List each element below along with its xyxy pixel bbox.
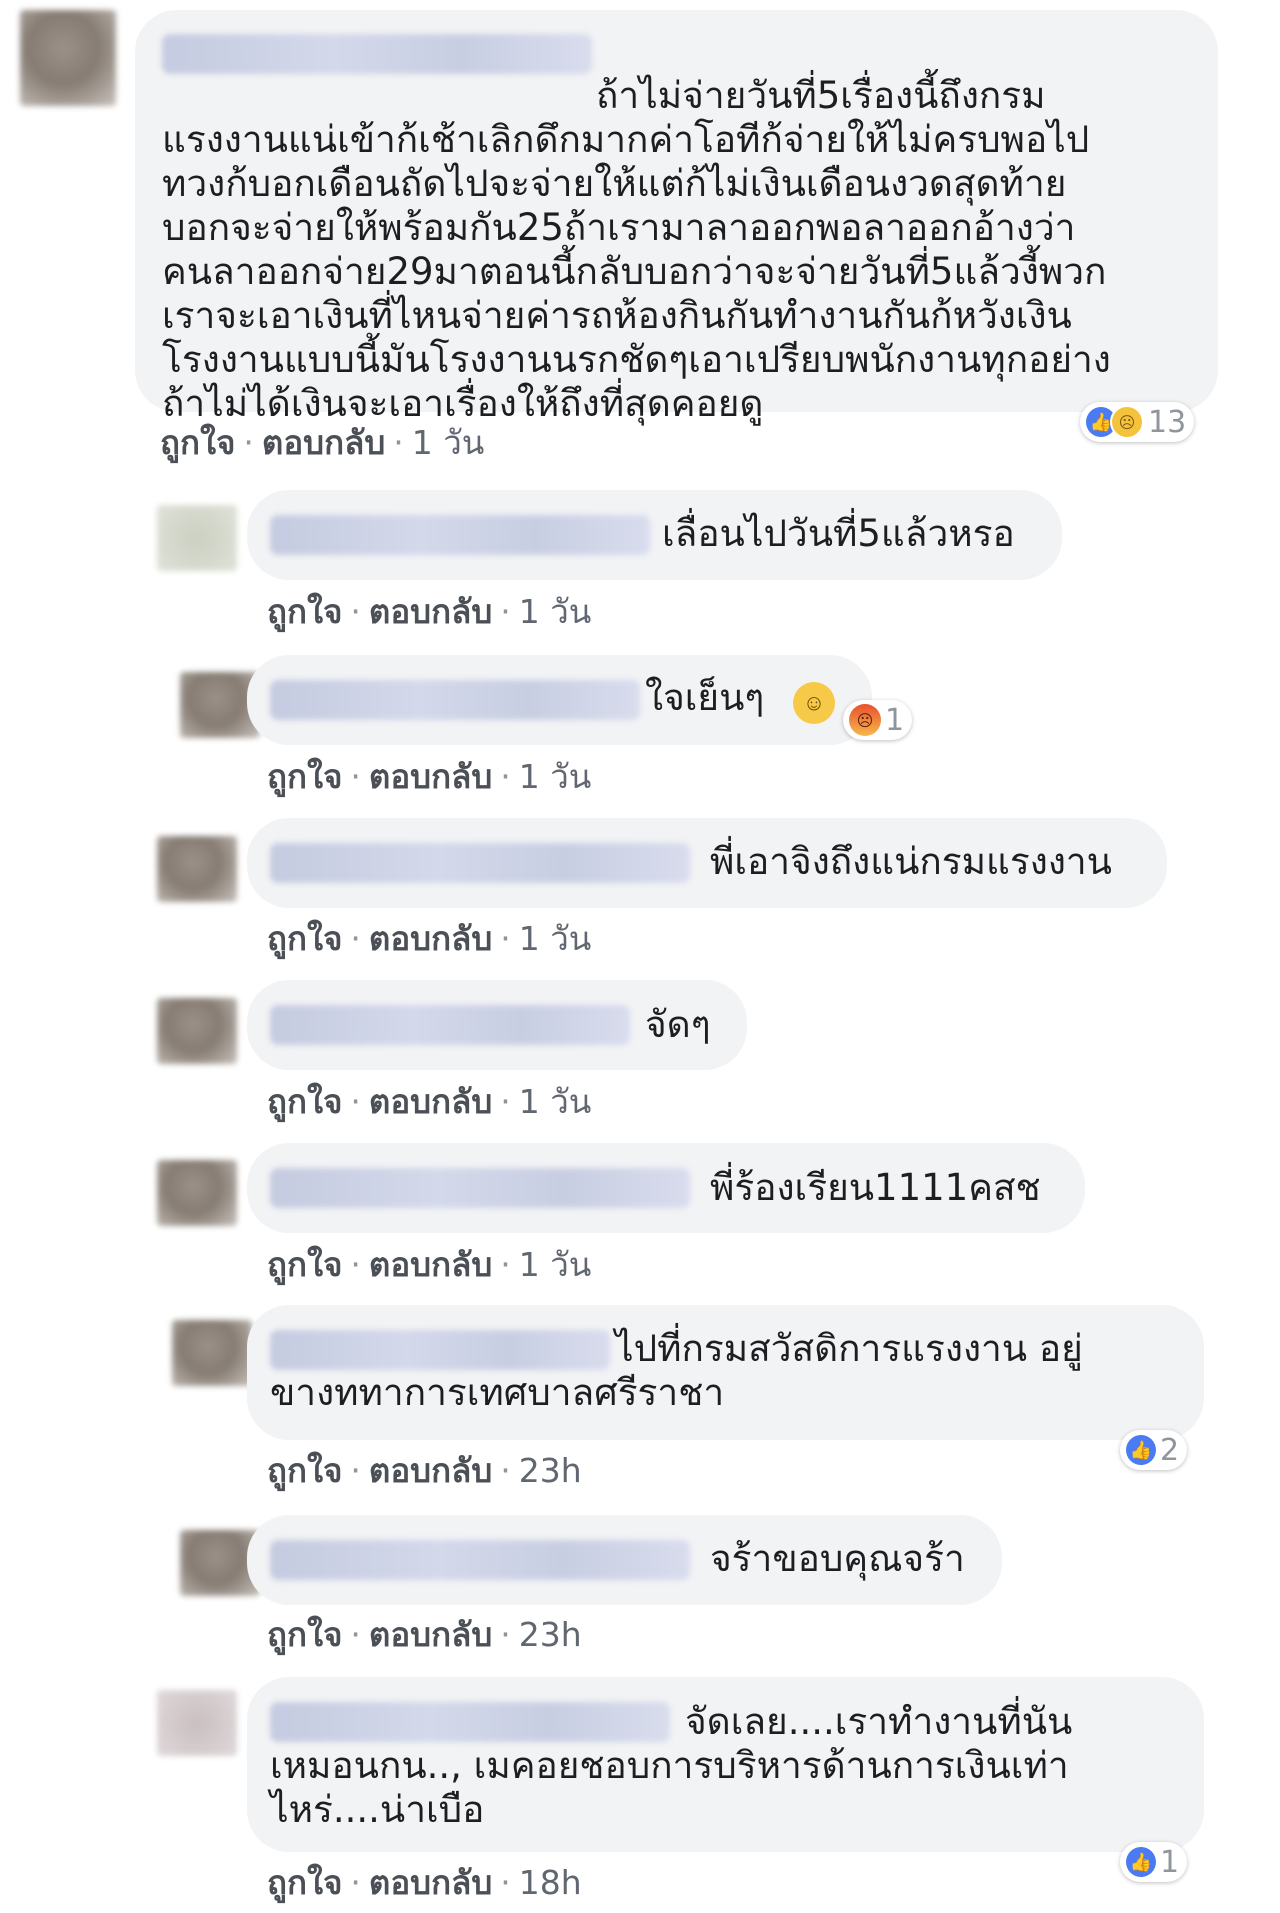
commenter-avatar[interactable] [172, 1320, 252, 1386]
comment-actions: ถูกใจ · ตอบกลับ · 18h [267, 1863, 582, 1902]
comment-actions: ถูกใจ · ตอบกลับ · 1 วัน [267, 1082, 592, 1121]
like-link[interactable]: ถูกใจ [267, 1245, 342, 1284]
comment-timestamp[interactable]: 18h [519, 1863, 582, 1902]
commenter-name-redacted[interactable] [270, 1168, 690, 1208]
comment-text: เลื่อนไปวันที่5แล้วหรอ [662, 512, 1015, 555]
comment-text: จัดๆ [645, 1003, 711, 1046]
reaction-summary[interactable]: 👍 ☹ 13 [1080, 402, 1195, 442]
commenter-name-redacted[interactable] [270, 1540, 690, 1580]
comment-actions: ถูกใจ · ตอบกลับ · 23h [267, 1615, 582, 1654]
like-link[interactable]: ถูกใจ [267, 1451, 342, 1490]
reply-link[interactable]: ตอบกลับ [369, 757, 492, 796]
reply-link[interactable]: ตอบกลับ [369, 919, 492, 958]
reply-link[interactable]: ตอบกลับ [369, 1245, 492, 1284]
angry-reaction-icon: ☹ [849, 704, 881, 736]
comment-timestamp[interactable]: 23h [519, 1451, 582, 1490]
comment-text: พี่ร้องเรียน1111คสช [710, 1166, 1041, 1209]
comment-timestamp[interactable]: 1 วัน [519, 592, 592, 631]
reaction-count: 2 [1160, 1432, 1180, 1468]
commenter-name-redacted[interactable] [270, 1005, 630, 1045]
comment-actions: ถูกใจ · ตอบกลับ · 1 วัน [267, 757, 592, 796]
comment-timestamp[interactable]: 1 วัน [519, 1082, 592, 1121]
reply-link[interactable]: ตอบกลับ [369, 1863, 492, 1902]
reaction-count: 1 [1160, 1844, 1180, 1880]
commenter-avatar[interactable] [157, 1160, 237, 1226]
comment-actions: ถูกใจ · ตอบกลับ · 1 วัน [267, 592, 592, 631]
reaction-count: 13 [1148, 404, 1187, 440]
reply-link[interactable]: ตอบกลับ [369, 1082, 492, 1121]
comment-text: จร้าขอบคุณจร้า [710, 1537, 965, 1580]
laughing-emoji-icon: ☺ [793, 682, 835, 724]
reaction-count: 1 [885, 702, 905, 738]
comment-timestamp[interactable]: 1 วัน [519, 757, 592, 796]
commenter-avatar[interactable] [20, 10, 116, 106]
comment-text: ใจเย็นๆ [645, 676, 765, 719]
reaction-summary[interactable]: ☹ 1 [843, 700, 913, 740]
reaction-summary[interactable]: 👍 2 [1120, 1430, 1188, 1470]
comment-timestamp[interactable]: 1 วัน [519, 919, 592, 958]
reply-link[interactable]: ตอบกลับ [369, 592, 492, 631]
like-link[interactable]: ถูกใจ [267, 592, 342, 631]
like-reaction-icon: 👍 [1126, 1435, 1156, 1465]
commenter-avatar[interactable] [157, 998, 237, 1064]
like-link[interactable]: ถูกใจ [160, 423, 235, 462]
comment-text: ถ้าไม่จ่ายวันที่5เรื่องนี้ถึงกรม แรงงานแน… [162, 74, 1111, 425]
sad-reaction-icon: ☹ [1110, 405, 1144, 439]
comment-timestamp[interactable]: 1 วัน [519, 1245, 592, 1284]
comment-actions: ถูกใจ · ตอบกลับ · 23h [267, 1451, 582, 1490]
like-link[interactable]: ถูกใจ [267, 919, 342, 958]
commenter-name-redacted[interactable] [270, 843, 690, 883]
like-link[interactable]: ถูกใจ [267, 1082, 342, 1121]
like-link[interactable]: ถูกใจ [267, 757, 342, 796]
like-link[interactable]: ถูกใจ [267, 1863, 342, 1902]
commenter-avatar[interactable] [157, 1690, 237, 1756]
commenter-avatar[interactable] [157, 836, 237, 902]
comment-text: จัดเลย....เราทำงานที่นัน เหมอนกน.., เมคอย… [270, 1700, 1073, 1831]
comment-actions: ถูกใจ · ตอบกลับ · 1 วัน [267, 919, 592, 958]
comment-timestamp[interactable]: 1 วัน [412, 423, 485, 462]
reaction-summary[interactable]: 👍 1 [1120, 1842, 1188, 1882]
comment-actions: ถูกใจ · ตอบกลับ · 1 วัน [160, 423, 485, 462]
commenter-name-redacted[interactable] [270, 515, 650, 555]
commenter-name-redacted[interactable] [270, 680, 640, 720]
reply-link[interactable]: ตอบกลับ [369, 1451, 492, 1490]
comment-actions: ถูกใจ · ตอบกลับ · 1 วัน [267, 1245, 592, 1284]
comment-text: พี่เอาจิงถึงแน่กรมแรงงาน [710, 840, 1112, 883]
comment-text: ไปที่กรมสวัสดิการแรงงาน อยู่ ขางททาการเทศ… [270, 1327, 1083, 1414]
reply-link[interactable]: ตอบกลับ [262, 423, 385, 462]
commenter-avatar[interactable] [157, 505, 237, 571]
like-link[interactable]: ถูกใจ [267, 1615, 342, 1654]
reply-link[interactable]: ตอบกลับ [369, 1615, 492, 1654]
comment-timestamp[interactable]: 23h [519, 1615, 582, 1654]
like-reaction-icon: 👍 [1126, 1847, 1156, 1877]
